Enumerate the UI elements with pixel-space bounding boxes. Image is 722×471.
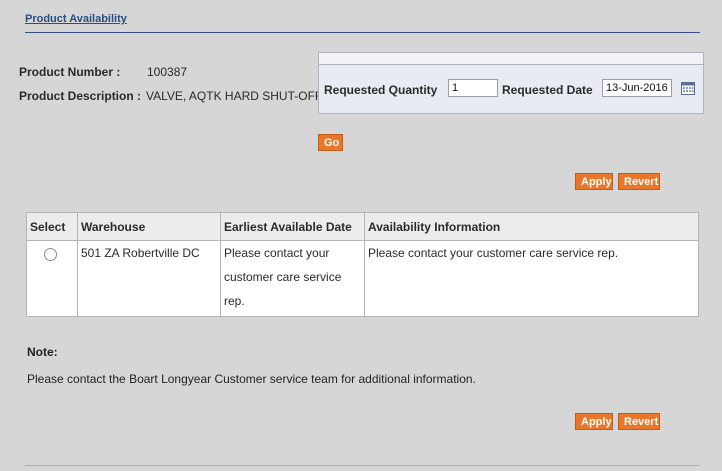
product-number-value: 100387	[147, 65, 188, 79]
table-row: 501 ZA Robertville DC Please contact you…	[26, 240, 699, 317]
revert-button-bottom[interactable]: Revert	[618, 413, 660, 430]
requested-date-input[interactable]	[602, 79, 672, 97]
earliest-date-line: customer care service	[224, 270, 342, 284]
product-description-value: VALVE, AQTK HARD SHUT-OFF	[146, 89, 323, 103]
request-panel-header	[319, 53, 703, 65]
select-radio[interactable]	[44, 248, 57, 261]
header-availability-information: Availability Information	[364, 212, 699, 241]
apply-button-top[interactable]: Apply	[575, 173, 613, 190]
header-earliest-available-date: Earliest Available Date	[220, 212, 365, 241]
note-heading: Note:	[27, 345, 58, 359]
requested-date-label: Requested Date	[502, 83, 593, 97]
earliest-date-line: rep.	[224, 294, 245, 308]
title-divider	[25, 32, 700, 33]
requested-quantity-label: Requested Quantity	[324, 83, 438, 97]
calendar-icon[interactable]	[681, 82, 695, 95]
product-description-label: Product Description :	[19, 89, 142, 103]
earliest-date-line: Please contact your	[224, 246, 330, 260]
note-text: Please contact the Boart Longyear Custom…	[27, 372, 476, 386]
product-number-label: Product Number :	[19, 65, 121, 79]
revert-button-top[interactable]: Revert	[618, 173, 660, 190]
select-cell	[26, 240, 78, 317]
table-header-row: Select Warehouse Earliest Available Date…	[26, 212, 699, 241]
section-title: Product Availability	[25, 13, 127, 25]
apply-button-bottom[interactable]: Apply	[575, 413, 613, 430]
warehouse-cell: 501 ZA Robertville DC	[77, 240, 221, 317]
earliest-date-cell: Please contact your customer care servic…	[220, 240, 365, 317]
bottom-divider	[25, 465, 700, 466]
availability-table: Select Warehouse Earliest Available Date…	[26, 212, 699, 317]
header-warehouse: Warehouse	[77, 212, 221, 241]
request-panel: Requested Quantity Requested Date	[318, 52, 704, 114]
header-select: Select	[26, 212, 78, 241]
availability-info-cell: Please contact your customer care servic…	[364, 240, 699, 317]
go-button[interactable]: Go	[318, 134, 343, 151]
requested-quantity-input[interactable]	[448, 79, 498, 97]
